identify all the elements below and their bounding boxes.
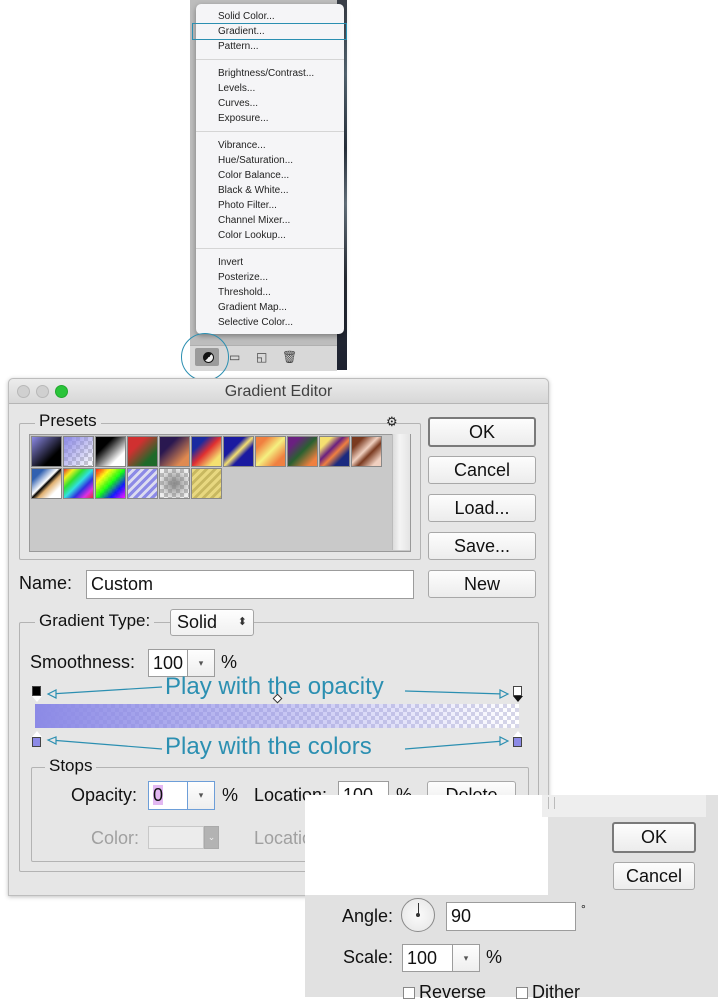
opacity-input[interactable]: 0	[148, 781, 188, 810]
arrow-opacity-right	[404, 690, 505, 695]
opacity-value: 0	[153, 785, 164, 805]
opacity-label: Opacity:	[71, 785, 138, 805]
color-label: Color:	[91, 828, 140, 848]
fill-cancel-button[interactable]: Cancel	[613, 862, 695, 890]
gradient-fill-titlebar[interactable]	[542, 795, 706, 817]
scale-input[interactable]: 100	[402, 944, 453, 972]
arrowhead-colors-left	[46, 736, 57, 745]
angle-dial[interactable]	[401, 898, 435, 932]
reverse-checkbox[interactable]	[403, 987, 415, 999]
color-swatch[interactable]	[148, 826, 204, 849]
degree-symbol: °	[581, 902, 586, 916]
angle-dial-center	[416, 913, 420, 917]
opacity-percent: %	[222, 785, 239, 805]
scale-percent: %	[486, 947, 503, 967]
scale-dropdown[interactable]: ▾	[453, 944, 480, 972]
stops-label: Stops	[45, 756, 97, 776]
dither-checkbox[interactable]	[516, 987, 528, 999]
angle-label: Angle:	[342, 906, 394, 926]
angle-input[interactable]: 90	[446, 902, 576, 931]
opacity-dropdown[interactable]: ▾	[188, 781, 215, 810]
dither-label: Dither	[532, 982, 581, 1002]
grip-icon[interactable]	[548, 797, 555, 809]
scale-label: Scale:	[343, 947, 394, 967]
arrowhead-opacity-right	[499, 689, 510, 699]
panel-gap	[305, 795, 548, 895]
arrow-colors-left	[49, 739, 163, 750]
fill-ok-button[interactable]: OK	[612, 822, 696, 853]
arrowhead-opacity-left	[46, 689, 57, 699]
color-dropdown[interactable]: ⌄	[204, 826, 219, 849]
arrow-colors-right	[404, 740, 505, 750]
reverse-label: Reverse	[419, 982, 487, 1002]
arrowhead-colors-right	[499, 736, 510, 746]
arrow-opacity-left	[49, 686, 163, 695]
